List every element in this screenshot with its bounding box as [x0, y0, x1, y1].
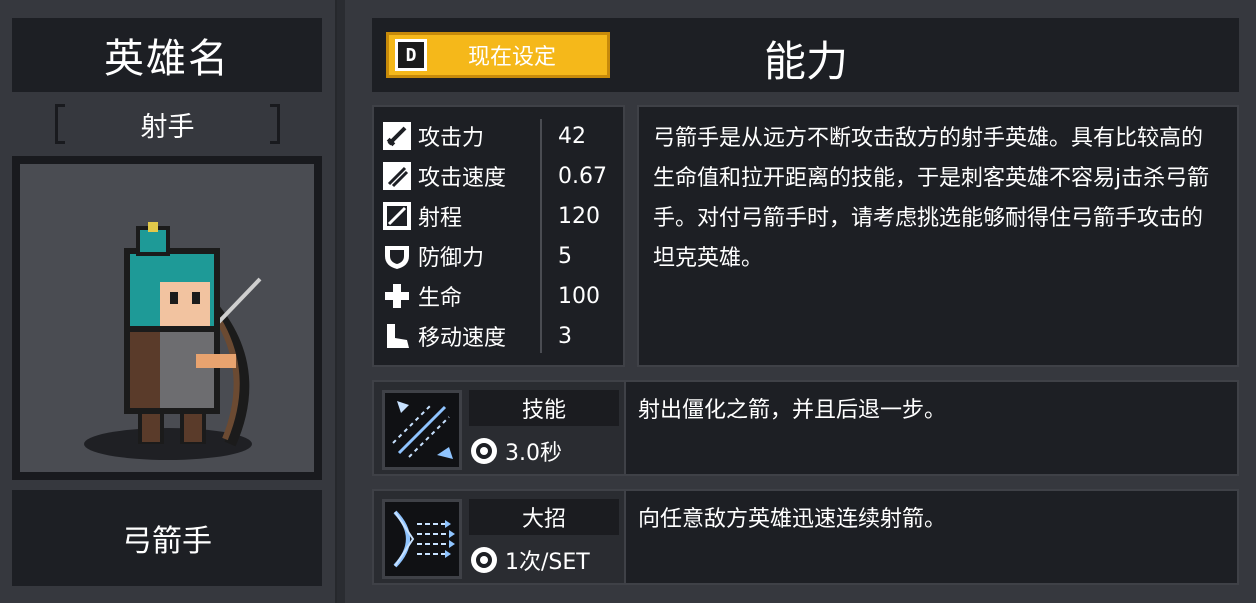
hero-portrait — [20, 164, 314, 472]
stat-value: 5 — [558, 243, 572, 269]
ability-header: D 现在设定 能力 — [372, 18, 1239, 92]
hero-name-title: 英雄名 — [104, 36, 230, 82]
hero-description-panel: 弓箭手是从远方不断攻击敌方的射手英雄。具有比较高的生命值和拉开距离的技能，于是刺… — [637, 105, 1239, 367]
stat-label: 攻击速度 — [418, 166, 507, 191]
ultimate-description: 向任意敌方英雄迅速连续射箭。 — [624, 491, 1237, 583]
hero-class-box: 弓箭手 — [12, 490, 322, 586]
left-bracket — [55, 104, 65, 144]
hero-role: 射手 — [140, 111, 195, 143]
arrow-volley-icon — [382, 499, 462, 579]
range-icon — [382, 201, 412, 231]
hero-class-name: 弓箭手 — [122, 524, 212, 559]
skill-name: 技能 — [469, 390, 619, 426]
stat-row-move-speed: 移动速度 3 — [382, 317, 617, 355]
archer-sprite — [84, 222, 262, 460]
skill-row: 技能 3.0秒 射出僵化之箭，并且后退一步。 — [372, 380, 1239, 476]
skill-cooldown-value: 3.0秒 — [505, 441, 562, 466]
stat-label: 射程 — [418, 206, 463, 231]
boot-icon — [382, 321, 412, 351]
hero-portrait-frame — [12, 156, 322, 480]
ability-title: 能力 — [764, 37, 849, 86]
d-key-icon: D — [395, 39, 427, 71]
attack-speed-icon — [382, 161, 412, 191]
stat-value: 100 — [558, 283, 600, 309]
stat-value: 3 — [558, 323, 572, 349]
stat-value: 120 — [558, 203, 600, 229]
ultimate-row: 大招 1次/SET 向任意敌方英雄迅速连续射箭。 — [372, 489, 1239, 585]
skill-cooldown: 3.0秒 — [469, 432, 619, 470]
stat-label: 防御力 — [418, 246, 485, 271]
stats-panel: 攻击力 42 攻击速度 0.67 射程 120 防御力 5 生命 100 移动速 — [372, 105, 625, 367]
stat-row-defense: 防御力 5 — [382, 237, 617, 275]
stat-row-attack: 攻击力 42 — [382, 117, 617, 155]
ultimate-cooldown-value: 1次/SET — [505, 550, 590, 575]
cooldown-icon — [471, 547, 497, 573]
ultimate-name: 大招 — [469, 499, 619, 535]
stat-row-range: 射程 120 — [382, 197, 617, 235]
set-now-label: 现在设定 — [467, 45, 556, 70]
hero-name-header: 英雄名 — [12, 18, 322, 92]
stat-label: 移动速度 — [418, 326, 507, 351]
ultimate-cooldown: 1次/SET — [469, 541, 619, 579]
stat-row-health: 生命 100 — [382, 277, 617, 315]
hero-description: 弓箭手是从远方不断攻击敌方的射手英雄。具有比较高的生命值和拉开距离的技能，于是刺… — [653, 126, 1210, 271]
cooldown-icon — [471, 438, 497, 464]
sword-icon — [382, 121, 412, 151]
skill-description: 射出僵化之箭，并且后退一步。 — [624, 382, 1237, 474]
stat-value: 42 — [558, 123, 586, 149]
shield-icon — [382, 241, 412, 271]
stat-label: 攻击力 — [418, 126, 485, 151]
frost-arrow-icon — [382, 390, 462, 470]
stat-value: 0.67 — [558, 163, 607, 189]
stat-label: 生命 — [418, 286, 463, 311]
hero-role-row: 射手 — [55, 100, 280, 148]
right-bracket — [270, 104, 280, 144]
set-now-button[interactable]: D 现在设定 — [386, 32, 610, 78]
health-cross-icon — [382, 281, 412, 311]
stat-row-attack-speed: 攻击速度 0.67 — [382, 157, 617, 195]
